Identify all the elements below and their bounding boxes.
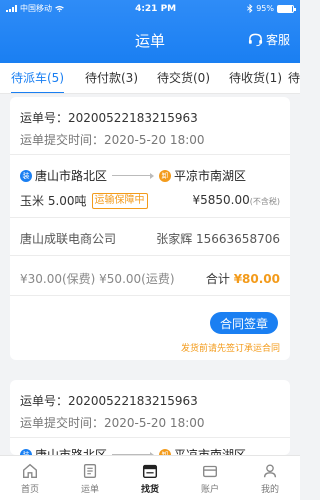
divider <box>10 295 290 296</box>
total-amount: 合计 ¥80.00 <box>206 270 280 287</box>
submit-time: 2020-5-20 18:00 <box>104 133 205 147</box>
order-number: 运单号：20200522183215963 <box>20 394 198 408</box>
nav-home[interactable]: 首页 <box>0 456 60 500</box>
nav-waybill-label: 运单 <box>80 484 99 495</box>
status-bar: 中国移动 4:21 PM 95% <box>0 0 300 17</box>
nav-account-label: 账户 <box>200 484 219 495</box>
destination-city: 平凉市南湖区 <box>174 169 247 183</box>
status-badge: 运输保障中 <box>91 192 148 209</box>
battery-icon <box>276 4 296 13</box>
order-card[interactable]: 运单号：20200522183215963 运单提交时间：2020-5-20 1… <box>10 380 290 455</box>
nav-account[interactable]: 账户 <box>180 456 240 500</box>
customer-service-label: 客服 <box>265 33 290 47</box>
unload-marker: 卸 <box>159 169 172 182</box>
submit-time: 2020-5-20 18:00 <box>104 416 205 430</box>
contract-sign-button[interactable]: 合同签章 <box>210 312 278 334</box>
carrier-name: 中国移动 <box>20 4 52 13</box>
divider <box>10 154 290 155</box>
route: 装 唐山市路北区 卸 平凉市南湖区 <box>20 167 280 184</box>
profile-icon <box>263 463 277 477</box>
total-label: 合计 <box>205 272 230 286</box>
divider <box>10 437 290 438</box>
contact-info: 张家辉 15663658706 <box>156 232 280 246</box>
submit-time-row: 运单提交时间：2020-5-20 18:00 <box>20 414 280 431</box>
goods-info: 玉米 5.00吨 <box>20 194 87 208</box>
divider <box>10 217 290 218</box>
freight-price: ¥5850.00(不含税) <box>192 193 280 207</box>
signal-icon <box>6 5 17 12</box>
tab-pending-receipt[interactable]: 待收货(1) <box>210 63 282 93</box>
waybill-icon <box>83 463 97 478</box>
divider <box>10 255 290 256</box>
status-time: 4:21 PM <box>135 3 177 14</box>
submit-time-row: 运单提交时间：2020-5-20 18:00 <box>20 131 280 148</box>
app-header: 中国移动 4:21 PM 95% 运单 客服 <box>0 0 300 63</box>
nav-find-goods-label: 找货 <box>140 484 159 495</box>
customer-service-button[interactable]: 客服 <box>248 31 290 48</box>
nav-find-goods[interactable]: 找货 <box>120 456 180 500</box>
contract-note: 发货前请先签订承运合同 <box>180 344 280 354</box>
find-goods-icon <box>142 464 158 478</box>
route: 装 唐山市路北区 卸 平凉市南湖区 <box>20 446 280 455</box>
wifi-icon <box>55 5 64 12</box>
origin-city: 唐山市路北区 <box>35 448 108 455</box>
destination-city: 平凉市南湖区 <box>174 448 247 455</box>
nav-waybill[interactable]: 运单 <box>60 456 120 500</box>
bluetooth-icon <box>247 4 253 13</box>
battery-level <box>277 5 293 12</box>
battery-percent: 95% <box>256 4 274 13</box>
tab-pending-dispatch[interactable]: 待派车(5) <box>0 63 64 93</box>
load-marker: 装 <box>20 169 32 182</box>
nav-home-label: 首页 <box>20 484 39 495</box>
order-card[interactable]: 运单号：20200522183215963 运单提交时间：2020-5-20 1… <box>10 97 290 360</box>
tab-more[interactable]: 待 <box>282 63 300 93</box>
total-value: ¥80.00 <box>233 272 280 286</box>
submit-time-label: 运单提交时间： <box>20 416 105 430</box>
order-number: 运单号：20200522183215963 <box>20 111 198 125</box>
nav-profile[interactable]: 我的 <box>240 456 300 500</box>
nav-profile-label: 我的 <box>260 484 279 495</box>
home-icon <box>23 463 37 478</box>
tab-pending-handover[interactable]: 待交货(0) <box>138 63 210 93</box>
tab-pending-payment[interactable]: 待付款(3) <box>64 63 138 93</box>
account-icon <box>203 465 217 477</box>
tax-note: (不含税) <box>249 197 280 206</box>
headset-icon <box>248 33 263 46</box>
origin-city: 唐山市路北区 <box>35 169 108 183</box>
route-arrow-icon <box>107 172 159 179</box>
status-tabs: 待派车(5) 待付款(3) 待交货(0) 待收货(1) 待 <box>0 63 300 94</box>
page-title: 运单 <box>134 31 165 50</box>
submit-time-label: 运单提交时间： <box>20 133 105 147</box>
bottom-nav: 首页 运单 找货 账户 我的 <box>0 455 300 500</box>
price-value: ¥5850.00 <box>192 193 250 207</box>
